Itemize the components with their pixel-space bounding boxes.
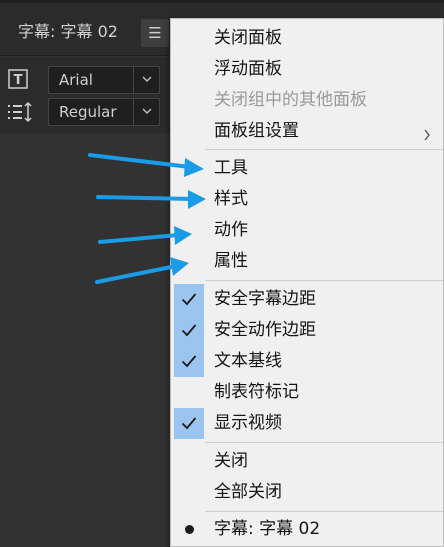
checkmark-icon <box>181 293 197 306</box>
panel-title-tab[interactable]: 字幕: 字幕 02 <box>18 20 118 44</box>
checkmark-box <box>174 408 204 439</box>
menu-item-text-baselines[interactable]: 文本基线 <box>171 346 443 377</box>
checkmark-box <box>174 346 204 377</box>
menu-item-label: 关闭组中的其他面板 <box>214 90 367 110</box>
menu-item-title-02[interactable]: 字幕: 字幕 02 <box>171 514 443 545</box>
font-style-value: Regular <box>59 103 117 121</box>
menu-separator <box>205 149 443 150</box>
menu-item-label: 浮动面板 <box>214 59 282 79</box>
menu-item-label: 文本基线 <box>214 351 282 371</box>
submenu-chevron-right-icon <box>423 126 433 141</box>
menu-separator <box>205 280 443 281</box>
menu-item-action-safe-margin[interactable]: 安全动作边距 <box>171 315 443 346</box>
checkmark-box <box>174 315 204 346</box>
menu-item-label: 面板组设置 <box>214 121 299 141</box>
menu-item-label: 关闭面板 <box>214 28 282 48</box>
checkmark-icon <box>181 355 197 368</box>
menu-item-label: 工具 <box>214 158 248 178</box>
menu-item-title-safe-margin[interactable]: 安全字幕边距 <box>171 284 443 315</box>
menu-item-label: 全部关闭 <box>214 482 282 502</box>
menu-item-tools[interactable]: 工具 <box>171 153 443 184</box>
chevron-down-icon <box>133 99 159 125</box>
font-family-value: Arial <box>59 71 93 89</box>
panel-context-menu: 关闭面板 浮动面板 关闭组中的其他面板 面板组设置 工具 样式 动作 属性 安全… <box>170 18 444 547</box>
menu-item-label: 动作 <box>214 220 248 240</box>
font-style-dropdown[interactable]: Regular <box>48 98 160 126</box>
menu-item-label: 属性 <box>214 251 248 271</box>
menu-item-label: 字幕: 字幕 02 <box>214 519 321 539</box>
menu-item-close-all[interactable]: 全部关闭 <box>171 477 443 508</box>
menu-item-label: 安全字幕边距 <box>214 289 316 309</box>
checkmark-box <box>174 284 204 315</box>
chevron-down-icon <box>133 67 159 93</box>
menu-item-properties[interactable]: 属性 <box>171 246 443 277</box>
menu-item-label: 安全动作边距 <box>214 320 316 340</box>
svg-text:T: T <box>14 73 23 88</box>
font-family-dropdown[interactable]: Arial <box>48 66 160 94</box>
menu-item-show-video[interactable]: 显示视频 <box>171 408 443 439</box>
menu-item-float-panel[interactable]: 浮动面板 <box>171 54 443 85</box>
menu-separator <box>205 442 443 443</box>
checkmark-icon <box>181 417 197 430</box>
menu-item-close[interactable]: 关闭 <box>171 446 443 477</box>
menu-item-close-panel[interactable]: 关闭面板 <box>171 23 443 54</box>
paragraph-spacing-icon[interactable] <box>6 101 34 125</box>
menu-item-label: 样式 <box>214 189 248 209</box>
text-tool-icon[interactable]: T <box>6 68 34 92</box>
menu-separator <box>205 511 443 512</box>
menu-item-close-other-panels: 关闭组中的其他面板 <box>171 85 443 116</box>
menu-item-label: 制表符标记 <box>214 382 299 402</box>
panel-menu-button[interactable]: ☰ <box>141 19 169 47</box>
hamburger-menu-icon: ☰ <box>148 24 162 42</box>
menu-item-actions[interactable]: 动作 <box>171 215 443 246</box>
selected-dot-icon <box>185 525 194 534</box>
checkmark-icon <box>181 324 197 337</box>
menu-item-panel-group-settings[interactable]: 面板组设置 <box>171 116 443 147</box>
menu-item-styles[interactable]: 样式 <box>171 184 443 215</box>
menu-item-tab-markers[interactable]: 制表符标记 <box>171 377 443 408</box>
menu-item-label: 显示视频 <box>214 413 282 433</box>
menu-item-label: 关闭 <box>214 451 248 471</box>
